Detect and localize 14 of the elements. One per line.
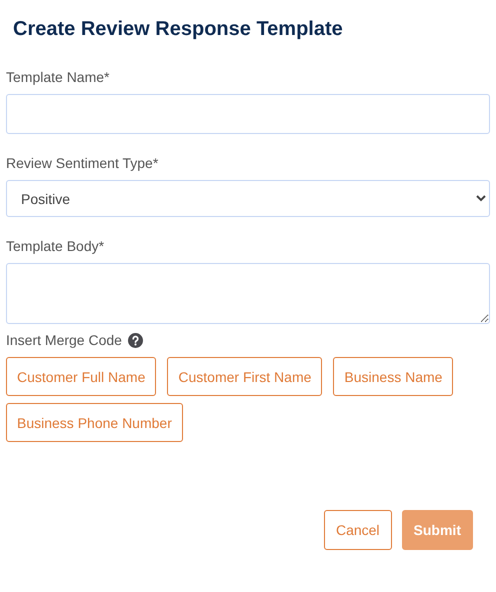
field-label: Template Body* <box>6 237 106 255</box>
merge-code-button[interactable]: Customer First Name <box>167 357 322 396</box>
field-label: Review Sentiment Type* <box>6 154 160 172</box>
merge-code-label: Insert Merge Code <box>6 332 122 348</box>
page-title: Create Review Response Template <box>13 17 344 42</box>
merge-code-button[interactable]: Customer Full Name <box>6 357 156 396</box>
merge-code-button[interactable]: Business Name <box>333 357 454 396</box>
field-label: Template Name* <box>6 68 110 86</box>
merge-code-button[interactable]: Business Phone Number <box>6 403 183 442</box>
input-field[interactable] <box>6 94 490 134</box>
cancel-button[interactable]: Cancel <box>324 510 392 550</box>
text-area[interactable] <box>6 263 490 324</box>
dropdown[interactable]: Positive <box>6 180 490 217</box>
help-icon[interactable] <box>128 332 143 348</box>
